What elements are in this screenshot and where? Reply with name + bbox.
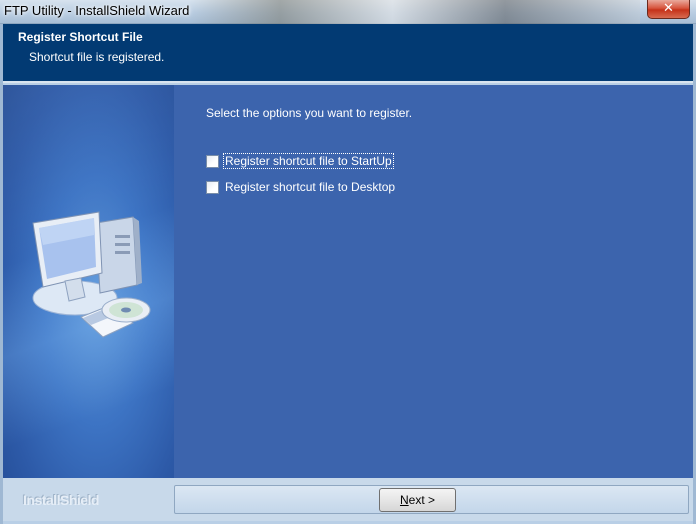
page-title: Register Shortcut File <box>18 30 143 44</box>
installshield-logo: InstallShield <box>23 492 99 508</box>
next-button-label: ext > <box>408 493 436 507</box>
page-subtitle: Shortcut file is registered. <box>29 50 165 64</box>
close-button[interactable]: ✕ <box>647 0 690 19</box>
next-button[interactable]: Next > <box>379 488 456 512</box>
side-image-panel <box>3 85 174 478</box>
instruction-text: Select the options you want to register. <box>206 106 413 120</box>
desktop-option-label[interactable]: Register shortcut file to Desktop <box>224 180 396 194</box>
close-icon: ✕ <box>663 1 674 16</box>
button-panel: Next > <box>174 485 689 514</box>
wizard-footer: InstallShield Next > <box>3 478 693 521</box>
window-title: FTP Utility - InstallShield Wizard <box>4 3 190 18</box>
startup-option[interactable]: Register shortcut file to StartUp <box>206 153 394 169</box>
content-panel: Select the options you want to register.… <box>174 85 693 478</box>
next-access-key: N <box>399 493 409 507</box>
desktop-checkbox[interactable] <box>206 180 219 194</box>
wizard-header: Register Shortcut File Shortcut file is … <box>3 24 693 83</box>
startup-checkbox[interactable] <box>206 154 219 168</box>
desktop-option[interactable]: Register shortcut file to Desktop <box>206 179 396 195</box>
computer-with-cd-icon <box>32 211 151 338</box>
title-bar: FTP Utility - InstallShield Wizard ✕ <box>0 0 696 24</box>
title-bar-background <box>190 0 640 24</box>
startup-option-label[interactable]: Register shortcut file to StartUp <box>223 153 394 169</box>
